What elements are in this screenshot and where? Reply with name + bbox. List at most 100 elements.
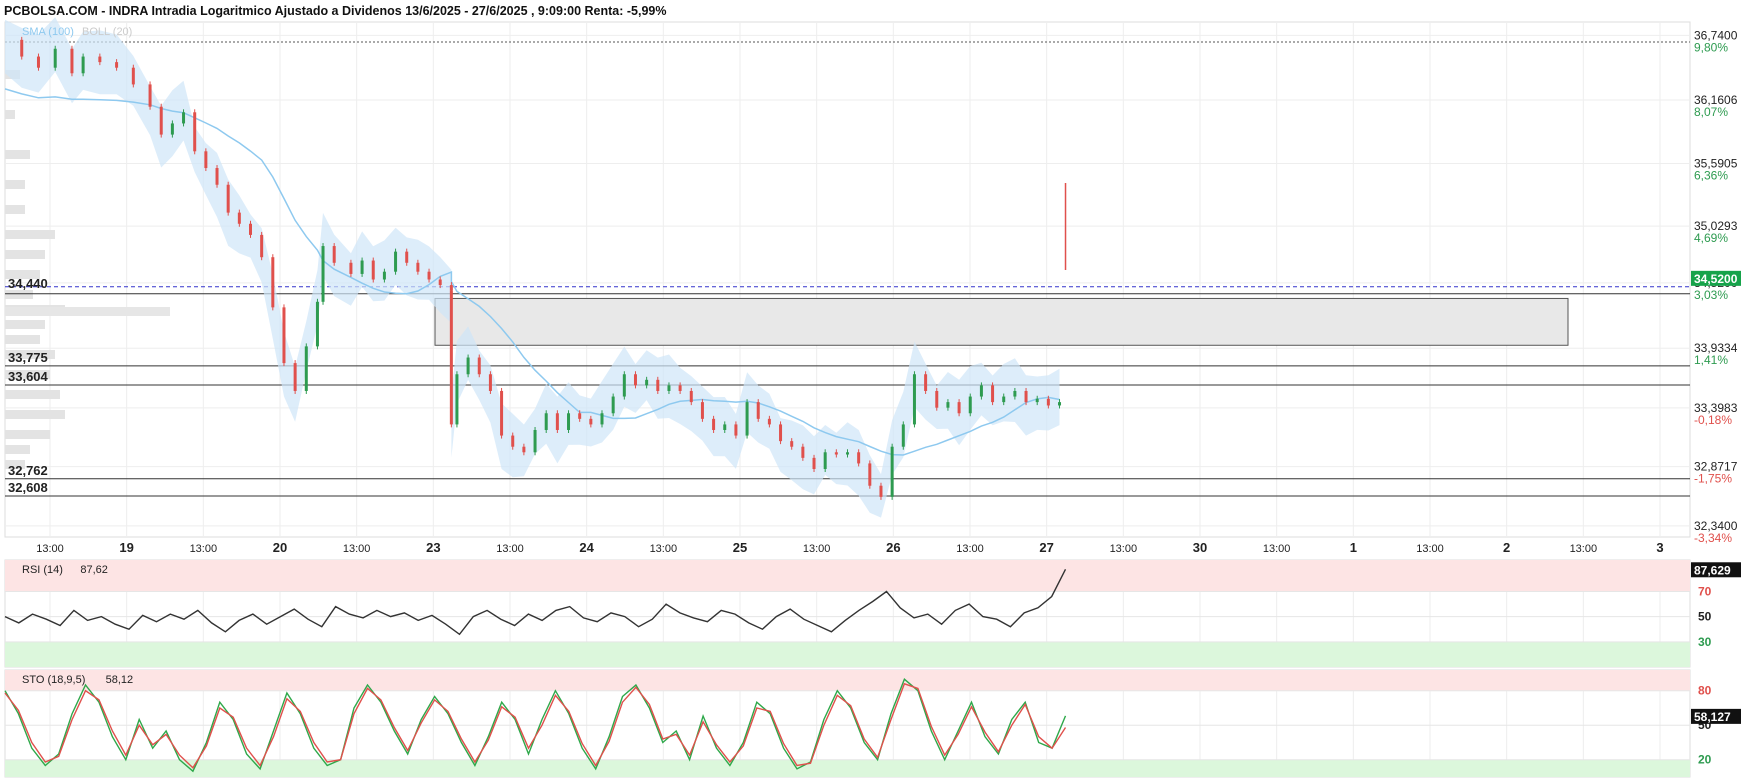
volume-profile-bar [5,250,45,259]
candle [857,452,861,464]
sto-level-label: 20 [1698,753,1712,767]
x-tick-label: 30 [1193,540,1207,555]
sto-value-label: 58,12 [106,674,134,686]
candle [382,271,386,280]
candle [890,446,894,497]
candle [271,257,275,308]
x-tick-label: 13:00 [803,543,831,555]
volume-profile-bar [5,335,40,344]
candle [349,262,353,274]
x-tick-label: 20 [273,540,287,555]
x-tick-label: 19 [119,540,133,555]
chart-stage: PCBOLSA.COM - INDRA Intradia Logaritmico… [0,0,1749,782]
candle [968,396,972,414]
candle [756,402,760,419]
candle [689,390,693,403]
volume-profile-bar [5,180,25,189]
candle [427,271,431,280]
candle [979,385,983,397]
candle [304,346,308,391]
candle [170,123,174,135]
pct-tick-label: -0,18% [1694,413,1732,427]
pct-tick-label: 8,07% [1694,105,1728,119]
level-label: 33,604 [8,369,49,384]
candle [466,357,470,375]
candle [533,429,537,453]
candle [745,402,749,436]
candle [204,151,208,169]
candle [1013,390,1017,397]
candle [371,260,375,280]
candle [544,413,548,430]
x-tick-label: 13:00 [1416,543,1444,555]
candle [779,424,783,442]
candle [924,374,928,391]
x-tick-label: 3 [1656,540,1663,555]
sto-level-label: 80 [1698,684,1712,698]
candle [332,246,336,263]
candle [438,279,442,286]
candle [522,446,526,453]
candle [321,246,325,302]
candle [656,379,660,391]
candle [901,424,905,447]
pct-tick-label: 6,36% [1694,169,1728,183]
candle [1002,396,1006,403]
level-label: 34,440 [8,276,48,291]
rsi-overbought-zone [5,560,1690,592]
candle [405,251,409,263]
candle [159,106,163,135]
candle [622,374,626,397]
x-tick-label: 26 [886,540,900,555]
boll-legend: BOLL (20) [82,26,132,38]
candle [611,396,615,414]
candle [846,452,849,455]
candle [98,56,102,63]
candle [260,234,264,258]
x-tick-label: 2 [1503,540,1510,555]
candle [36,56,40,68]
candle [394,251,398,272]
candle [416,262,420,272]
supply-zone [434,297,1569,346]
x-tick-label: 13:00 [1570,543,1598,555]
candle [115,62,119,68]
candle [946,402,950,408]
candle [449,290,453,425]
volume-profile-bar [5,230,55,239]
candle [1046,398,1050,406]
candle [567,413,571,430]
rsi-level-label: 50 [1698,610,1712,624]
candle [1035,398,1039,403]
candle [20,39,24,57]
rsi-value-label: 87,62 [80,564,108,576]
volume-profile-bar [5,320,45,329]
candle [589,418,593,425]
level-label: 32,762 [8,463,48,478]
candle [912,374,916,425]
x-tick-label: 27 [1039,540,1053,555]
candle [957,402,961,414]
candle [600,413,604,425]
candle [767,418,771,425]
sto-overbought-zone [5,670,1690,691]
last-price-label: 34,5200 [1694,272,1738,286]
candle [790,441,794,447]
volume-profile-bar [5,390,60,399]
candle [991,385,995,403]
candle [834,452,838,455]
x-tick-label: 13:00 [36,543,64,555]
candle [645,379,649,386]
candle [555,413,559,430]
candle [282,307,286,364]
candle [700,402,704,419]
volume-profile-bar [5,150,30,159]
x-tick-label: 13:00 [343,543,371,555]
pct-tick-label: 3,03% [1694,288,1728,302]
volume-profile-bar [5,110,15,119]
chart-svg: 13:00 19 13:00 20 13:00 23 13:00 24 13:00 25 13:00… [4,17,1741,778]
candle [315,301,319,347]
x-tick-label: 13:00 [1263,543,1291,555]
candle [360,260,364,274]
rsi-oversold-zone [5,641,1690,667]
